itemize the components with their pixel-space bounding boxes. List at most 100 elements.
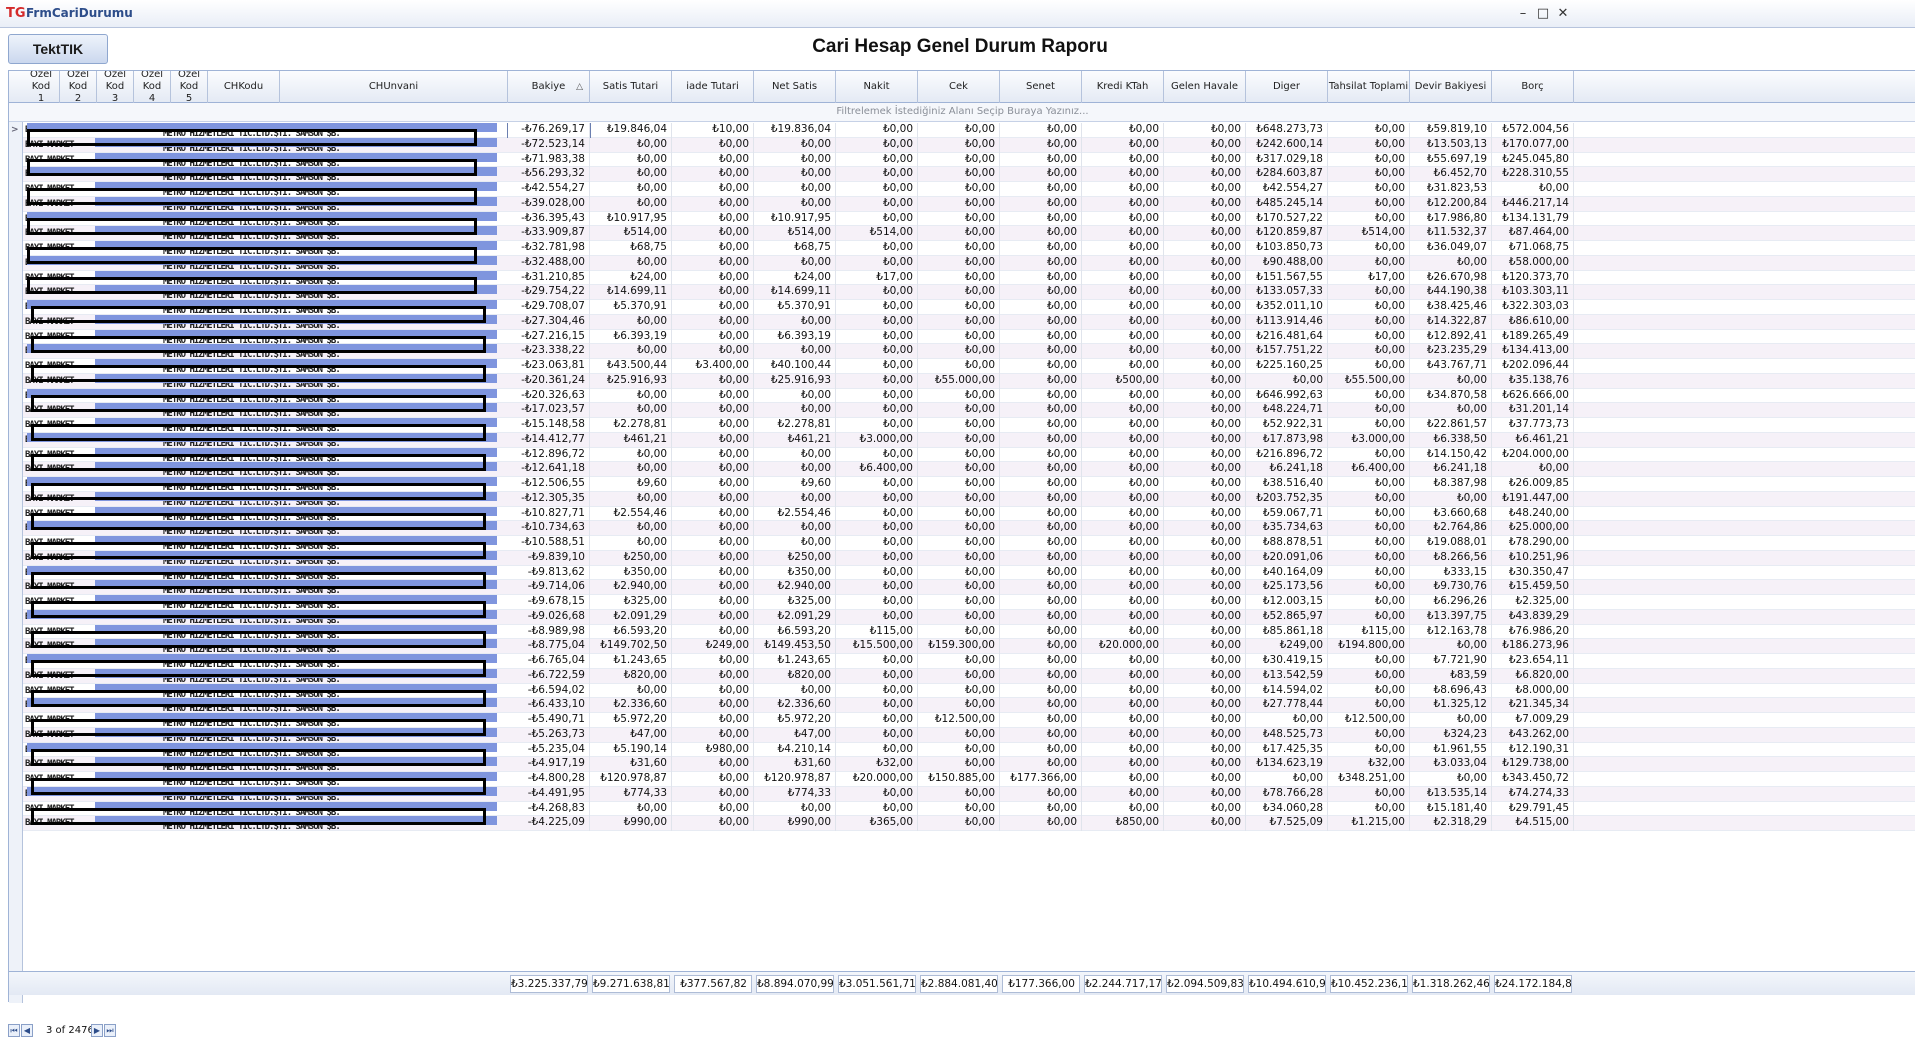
cell-iade[interactable]: ₺0,00 [672, 314, 754, 330]
cell-net[interactable]: ₺5.972,20 [754, 713, 836, 728]
cell-havale[interactable]: ₺0,00 [1164, 314, 1246, 330]
cell-senet[interactable]: ₺0,00 [1000, 565, 1082, 581]
cell-nakit[interactable]: ₺0,00 [836, 447, 918, 463]
cell-devir[interactable]: ₺26.670,98 [1410, 270, 1492, 286]
cell-senet[interactable]: ₺0,00 [1000, 595, 1082, 610]
cell-kredi[interactable]: ₺0,00 [1082, 757, 1164, 772]
cell-iade[interactable]: ₺0,00 [672, 255, 754, 271]
cell-bakiye[interactable]: -₺6.594,02 [508, 683, 590, 699]
cell-iade[interactable]: ₺0,00 [672, 801, 754, 817]
cell-bakiye[interactable]: -₺10.588,51 [508, 536, 590, 551]
tekttik-button[interactable]: TektTIK [8, 34, 108, 64]
table-row[interactable]: BAYİ MARKETMETRO HİZMETLERİ TİC.LTD.ŞTİ.… [23, 270, 1915, 294]
cell-devir[interactable]: ₺7.721,90 [1410, 654, 1492, 669]
column-header-ok2[interactable]: Özel Kod 2 [60, 71, 97, 103]
cell-satis[interactable]: ₺0,00 [590, 462, 672, 477]
cell-senet[interactable]: ₺0,00 [1000, 683, 1082, 699]
cell-devir[interactable]: ₺13.397,75 [1410, 609, 1492, 625]
cell-tahsilat[interactable]: ₺0,00 [1328, 329, 1410, 345]
cell-devir[interactable]: ₺12.200,84 [1410, 196, 1492, 212]
cell-tahsilat[interactable]: ₺115,00 [1328, 624, 1410, 640]
cell-kredi[interactable]: ₺0,00 [1082, 270, 1164, 286]
cell-borc[interactable]: ₺35.138,76 [1492, 373, 1574, 389]
cell-nakit[interactable]: ₺0,00 [836, 329, 918, 345]
prev-record-button[interactable]: ◀ [21, 1024, 33, 1037]
cell-iade[interactable]: ₺0,00 [672, 595, 754, 610]
cell-net[interactable]: ₺68,75 [754, 241, 836, 256]
cell-net[interactable]: ₺47,00 [754, 727, 836, 743]
cell-satis[interactable]: ₺0,00 [590, 447, 672, 463]
cell-borc[interactable]: ₺202.096,44 [1492, 359, 1574, 374]
cell-nakit[interactable]: ₺32,00 [836, 757, 918, 772]
cell-nakit[interactable]: ₺0,00 [836, 373, 918, 389]
cell-devir[interactable]: ₺6.296,26 [1410, 595, 1492, 610]
cell-diger[interactable]: ₺88.878,51 [1246, 536, 1328, 551]
cell-cek[interactable]: ₺0,00 [918, 152, 1000, 168]
cell-net[interactable]: ₺0,00 [754, 167, 836, 182]
cell-iade[interactable]: ₺0,00 [672, 211, 754, 227]
cell-bakiye[interactable]: -₺32.781,98 [508, 241, 590, 256]
cell-iade[interactable]: ₺0,00 [672, 196, 754, 212]
cell-havale[interactable]: ₺0,00 [1164, 816, 1246, 831]
cell-tahsilat[interactable]: ₺0,00 [1328, 491, 1410, 507]
cell-satis[interactable]: ₺0,00 [590, 683, 672, 699]
cell-iade[interactable]: ₺0,00 [672, 565, 754, 581]
cell-cek[interactable]: ₺0,00 [918, 300, 1000, 315]
cell-senet[interactable]: ₺0,00 [1000, 359, 1082, 374]
cell-devir[interactable]: ₺0,00 [1410, 373, 1492, 389]
cell-nakit[interactable]: ₺0,00 [836, 521, 918, 536]
cell-devir[interactable]: ₺34.870,58 [1410, 388, 1492, 404]
cell-kredi[interactable]: ₺0,00 [1082, 742, 1164, 758]
column-header-cek[interactable]: Cek [918, 71, 1000, 103]
table-row[interactable]: BAYİ MARKETMETRO HİZMETLERİ TİC.LTD.ŞTİ.… [23, 624, 1915, 648]
table-row[interactable]: BAYİ MARKETMETRO HİZMETLERİ TİC.LTD.ŞTİ.… [23, 713, 1915, 736]
cell-cek[interactable]: ₺0,00 [918, 550, 1000, 566]
cell-havale[interactable]: ₺0,00 [1164, 786, 1246, 802]
cell-kredi[interactable]: ₺0,00 [1082, 491, 1164, 507]
cell-kredi[interactable]: ₺0,00 [1082, 418, 1164, 433]
cell-cek[interactable]: ₺0,00 [918, 742, 1000, 758]
cell-havale[interactable]: ₺0,00 [1164, 373, 1246, 389]
cell-satis[interactable]: ₺0,00 [590, 536, 672, 551]
cell-havale[interactable]: ₺0,00 [1164, 536, 1246, 551]
cell-net[interactable]: ₺0,00 [754, 344, 836, 359]
cell-cek[interactable]: ₺0,00 [918, 123, 1000, 138]
cell-net[interactable]: ₺990,00 [754, 816, 836, 831]
maximize-button[interactable]: □ [1532, 4, 1554, 24]
cell-kredi[interactable]: ₺0,00 [1082, 462, 1164, 477]
cell-devir[interactable]: ₺0,00 [1410, 403, 1492, 418]
cell-satis[interactable]: ₺5.972,20 [590, 713, 672, 728]
cell-borc[interactable]: ₺21.345,34 [1492, 698, 1574, 713]
cell-borc[interactable]: ₺15.459,50 [1492, 580, 1574, 595]
cell-tahsilat[interactable]: ₺0,00 [1328, 314, 1410, 330]
cell-iade[interactable]: ₺0,00 [672, 506, 754, 522]
cell-cek[interactable]: ₺0,00 [918, 167, 1000, 182]
cell-bakiye[interactable]: -₺14.412,77 [508, 432, 590, 448]
cell-senet[interactable]: ₺0,00 [1000, 329, 1082, 345]
cell-havale[interactable]: ₺0,00 [1164, 123, 1246, 138]
cell-havale[interactable]: ₺0,00 [1164, 757, 1246, 772]
cell-havale[interactable]: ₺0,00 [1164, 801, 1246, 817]
cell-cek[interactable]: ₺0,00 [918, 536, 1000, 551]
cell-kredi[interactable]: ₺0,00 [1082, 432, 1164, 448]
cell-senet[interactable]: ₺0,00 [1000, 727, 1082, 743]
cell-devir[interactable]: ₺22.861,57 [1410, 418, 1492, 433]
cell-devir[interactable]: ₺13.503,13 [1410, 137, 1492, 153]
cell-satis[interactable]: ₺0,00 [590, 521, 672, 536]
cell-net[interactable]: ₺0,00 [754, 137, 836, 153]
cell-bakiye[interactable]: -₺33.909,87 [508, 226, 590, 241]
cell-nakit[interactable]: ₺0,00 [836, 359, 918, 374]
cell-havale[interactable]: ₺0,00 [1164, 152, 1246, 168]
cell-diger[interactable]: ₺113.914,46 [1246, 314, 1328, 330]
cell-senet[interactable]: ₺0,00 [1000, 300, 1082, 315]
cell-havale[interactable]: ₺0,00 [1164, 624, 1246, 640]
cell-havale[interactable]: ₺0,00 [1164, 462, 1246, 477]
cell-satis[interactable]: ₺0,00 [590, 388, 672, 404]
cell-tahsilat[interactable]: ₺0,00 [1328, 241, 1410, 256]
cell-tahsilat[interactable]: ₺0,00 [1328, 123, 1410, 138]
cell-diger[interactable]: ₺134.623,19 [1246, 757, 1328, 772]
cell-cek[interactable]: ₺0,00 [918, 654, 1000, 669]
cell-diger[interactable]: ₺17.425,35 [1246, 742, 1328, 758]
column-header-ok1[interactable]: Özel Kod 1 [23, 71, 60, 103]
cell-borc[interactable]: ₺343.450,72 [1492, 772, 1574, 787]
